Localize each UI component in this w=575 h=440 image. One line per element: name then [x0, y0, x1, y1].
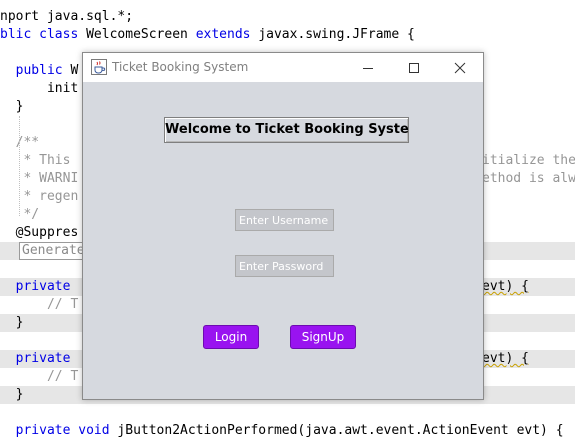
code-text: } — [0, 386, 24, 404]
code-token: * This — [0, 153, 71, 168]
code-text: } — [0, 98, 24, 116]
code-fragment: itialize the — [482, 152, 575, 170]
code-token: private — [0, 423, 79, 438]
code-token: * regen — [0, 189, 79, 204]
code-text: @Suppres — [0, 224, 79, 242]
code-fragment: ethod is alw — [482, 170, 575, 188]
code-token: void — [78, 423, 118, 438]
code-line: private void jButton2ActionPerformed(jav… — [0, 422, 575, 440]
code-fragment: evt) { — [482, 278, 575, 296]
code-text: * regen — [0, 188, 78, 206]
code-line: blic class WelcomeScreen extends javax.s… — [0, 26, 575, 44]
code-token: javax.swing.JFrame { — [258, 27, 415, 42]
indent-guide — [19, 116, 20, 216]
login-button[interactable]: Login — [203, 325, 259, 349]
code-text: // T — [0, 368, 78, 386]
code-token: * WARNI — [0, 171, 79, 186]
maximize-button[interactable] — [391, 53, 437, 82]
window-content: Welcome to Ticket Booking System Login S… — [83, 82, 483, 399]
ticket-booking-window: Ticket Booking System Welcome to Ticket … — [82, 52, 484, 400]
code-token: extends — [195, 27, 259, 42]
code-token: // T — [0, 369, 79, 384]
code-token: ethod is alw — [482, 171, 575, 186]
minimize-icon — [363, 67, 373, 69]
code-token: class — [39, 27, 87, 42]
maximize-icon — [409, 62, 419, 73]
welcome-heading: Welcome to Ticket Booking System — [164, 117, 409, 143]
code-token: WelcomeScreen — [86, 27, 196, 42]
password-field[interactable] — [235, 255, 334, 277]
code-token: blic — [0, 27, 40, 42]
code-token: @Suppres — [0, 225, 79, 240]
code-text: private — [0, 350, 78, 368]
code-line: nport java.sql.*; — [0, 8, 575, 26]
code-token: jButton2ActionPerformed(java.awt.event.A… — [117, 423, 564, 438]
code-text: public W — [0, 62, 79, 80]
code-token: } — [0, 99, 24, 114]
code-token: private — [0, 279, 79, 294]
code-text: } — [0, 314, 24, 332]
code-text: // T — [0, 296, 78, 314]
close-button[interactable] — [437, 53, 483, 82]
code-token: // T — [0, 297, 79, 312]
code-text: private void jButton2ActionPerformed(jav… — [0, 422, 564, 440]
code-token: } — [0, 387, 24, 402]
username-field[interactable] — [235, 209, 334, 231]
close-icon — [454, 62, 466, 73]
code-text: init — [0, 80, 78, 98]
signup-button[interactable]: SignUp — [290, 325, 356, 349]
code-text: private — [0, 278, 78, 296]
code-text: blic class WelcomeScreen extends javax.s… — [0, 26, 415, 44]
code-token: public — [0, 63, 71, 78]
code-token: nport java.sql.*; — [0, 9, 134, 24]
window-title: Ticket Booking System — [112, 60, 249, 74]
code-text: nport java.sql.*; — [0, 8, 133, 26]
code-text: * WARNI — [0, 170, 78, 188]
minimize-button[interactable] — [345, 53, 391, 82]
code-token: W — [70, 63, 79, 78]
code-token: itialize the — [482, 153, 575, 168]
code-token: init — [0, 81, 79, 96]
code-token: private — [0, 351, 79, 366]
window-titlebar[interactable]: Ticket Booking System — [83, 53, 483, 82]
code-token: evt) { — [482, 351, 529, 366]
code-text: * This — [0, 152, 70, 170]
code-token: evt) { — [482, 279, 529, 294]
code-token: } — [0, 315, 24, 330]
java-cup-icon — [91, 59, 107, 75]
code-fragment: evt) { — [482, 350, 575, 368]
